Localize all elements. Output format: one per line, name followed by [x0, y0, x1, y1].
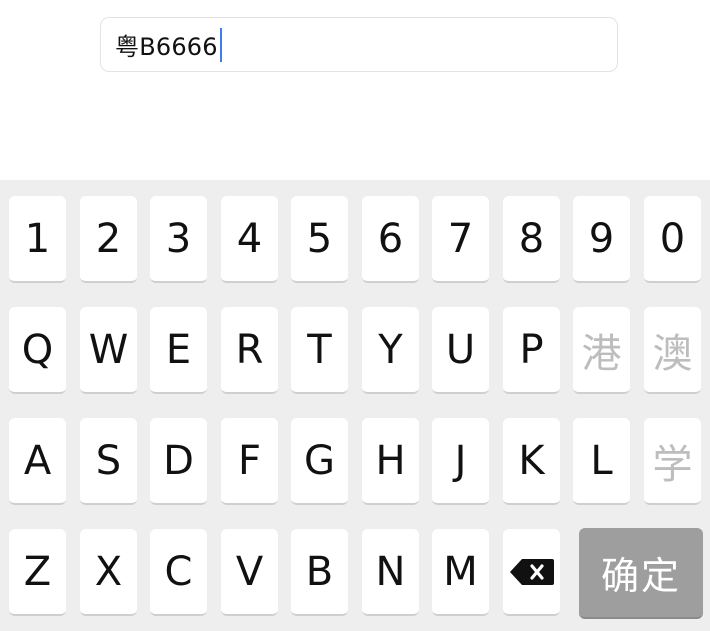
- key-f[interactable]: F: [221, 418, 278, 505]
- key-s[interactable]: S: [80, 418, 137, 505]
- backspace-icon: [509, 558, 554, 585]
- key-ao-disabled[interactable]: 澳: [644, 307, 701, 394]
- confirm-button[interactable]: 确定: [579, 528, 703, 619]
- key-e[interactable]: E: [150, 307, 207, 394]
- key-4[interactable]: 4: [221, 196, 278, 283]
- key-2[interactable]: 2: [80, 196, 137, 283]
- key-1[interactable]: 1: [9, 196, 66, 283]
- key-x[interactable]: X: [80, 529, 137, 616]
- key-b[interactable]: B: [291, 529, 348, 616]
- key-5[interactable]: 5: [291, 196, 348, 283]
- key-xue-disabled[interactable]: 学: [644, 418, 701, 505]
- text-caret: [219, 27, 222, 62]
- key-u[interactable]: U: [432, 307, 489, 394]
- key-l[interactable]: L: [573, 418, 630, 505]
- key-p[interactable]: P: [503, 307, 560, 394]
- key-v[interactable]: V: [221, 529, 278, 616]
- key-q[interactable]: Q: [9, 307, 66, 394]
- key-t[interactable]: T: [291, 307, 348, 394]
- key-3[interactable]: 3: [150, 196, 207, 283]
- key-d[interactable]: D: [150, 418, 207, 505]
- delete-key[interactable]: [503, 529, 560, 616]
- key-8[interactable]: 8: [503, 196, 560, 283]
- key-y[interactable]: Y: [362, 307, 419, 394]
- key-m[interactable]: M: [432, 529, 489, 616]
- key-a[interactable]: A: [9, 418, 66, 505]
- key-c[interactable]: C: [150, 529, 207, 616]
- plate-number-input[interactable]: 粤B6666: [100, 17, 618, 72]
- key-9[interactable]: 9: [573, 196, 630, 283]
- key-h[interactable]: H: [362, 418, 419, 505]
- key-w[interactable]: W: [80, 307, 137, 394]
- key-n[interactable]: N: [362, 529, 419, 616]
- plate-keyboard: 1 2 3 4 5 6 7 8 9 0 Q W E R T Y U P 港 澳 …: [0, 180, 710, 631]
- key-0[interactable]: 0: [644, 196, 701, 283]
- key-j[interactable]: J: [432, 418, 489, 505]
- key-r[interactable]: R: [221, 307, 278, 394]
- key-7[interactable]: 7: [432, 196, 489, 283]
- key-z[interactable]: Z: [9, 529, 66, 616]
- key-k[interactable]: K: [503, 418, 560, 505]
- key-6[interactable]: 6: [362, 196, 419, 283]
- key-g[interactable]: G: [291, 418, 348, 505]
- plate-number-value: 粤B6666: [115, 33, 218, 61]
- key-gang-disabled[interactable]: 港: [573, 307, 630, 394]
